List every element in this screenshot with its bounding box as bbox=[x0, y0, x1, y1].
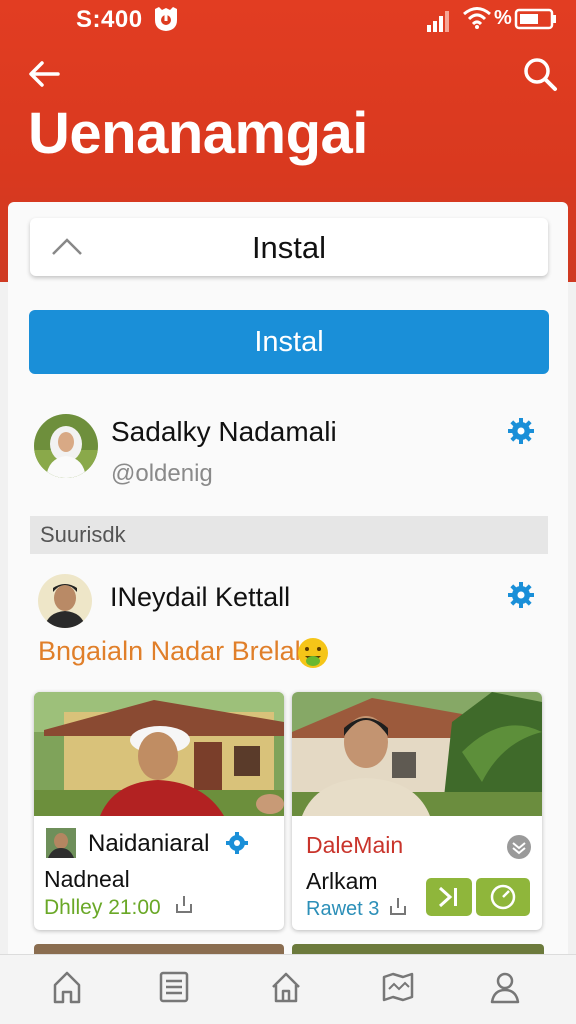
install-button[interactable]: Instal bbox=[29, 310, 549, 374]
gear-icon[interactable] bbox=[508, 582, 534, 608]
post-text: Bngaialn Nadar Brelal? bbox=[38, 636, 316, 666]
list-icon[interactable] bbox=[157, 969, 191, 1005]
home-icon[interactable] bbox=[50, 969, 84, 1005]
profile-handle: @oldenig bbox=[111, 460, 213, 487]
bottom-navigation bbox=[0, 954, 576, 1024]
post-card[interactable]: Naidaniaral Nadneal Dhlley 21:00 bbox=[34, 692, 284, 930]
collapse-bar-label: Instal bbox=[251, 230, 327, 265]
chevron-down-icon[interactable] bbox=[506, 834, 532, 860]
page-title: Uenanamgai bbox=[28, 101, 368, 166]
collapse-bar[interactable]: Instal bbox=[30, 218, 548, 276]
battery-icon bbox=[514, 8, 556, 30]
app-notification-icon bbox=[155, 7, 177, 31]
card-author-avatar[interactable] bbox=[46, 828, 76, 858]
card-subtitle: Arlkam bbox=[306, 868, 378, 894]
card-photo[interactable] bbox=[34, 692, 284, 816]
back-arrow-icon[interactable] bbox=[24, 54, 64, 94]
post-card[interactable]: DaleMain Arlkam Rawet 3 bbox=[292, 692, 542, 930]
wifi-icon bbox=[463, 7, 491, 29]
signal-icon bbox=[427, 11, 449, 32]
clock-icon bbox=[490, 884, 516, 910]
home-alt-icon[interactable] bbox=[269, 969, 303, 1005]
card-photo[interactable] bbox=[292, 692, 542, 816]
screen: S:400 % Uenanamgai Instal Instal Sadalky… bbox=[0, 0, 576, 1024]
section-header: Suurisdk bbox=[30, 516, 548, 554]
post-author-avatar[interactable] bbox=[38, 574, 92, 628]
battery-percent: % bbox=[494, 7, 512, 29]
map-icon[interactable] bbox=[381, 969, 415, 1005]
profile-name[interactable]: Sadalky Nadamali bbox=[111, 416, 337, 448]
card-author-name[interactable]: Naidaniaral bbox=[88, 830, 209, 858]
card-subtitle: Nadneal bbox=[44, 866, 130, 892]
gear-icon[interactable] bbox=[508, 418, 534, 444]
play-icon bbox=[438, 886, 457, 908]
share-icon[interactable] bbox=[174, 894, 194, 914]
card-meta: Dhlley 21:00 bbox=[44, 896, 161, 919]
smiley-emoji-icon bbox=[298, 638, 328, 668]
status-time: S:400 bbox=[76, 6, 143, 33]
card-author-name[interactable]: DaleMain bbox=[306, 832, 403, 859]
share-icon[interactable] bbox=[388, 896, 408, 916]
search-icon[interactable] bbox=[520, 54, 560, 94]
profile-avatar[interactable] bbox=[34, 414, 98, 478]
verified-badge-icon bbox=[226, 832, 248, 854]
section-label: Suurisdk bbox=[40, 522, 126, 547]
status-bar: S:400 % bbox=[0, 0, 576, 40]
play-button[interactable] bbox=[426, 878, 472, 916]
card-meta: Rawet 3 bbox=[306, 898, 380, 920]
timer-button[interactable] bbox=[476, 878, 530, 916]
user-icon[interactable] bbox=[488, 969, 522, 1005]
post-author-name[interactable]: INeydail Kettall bbox=[110, 582, 290, 613]
